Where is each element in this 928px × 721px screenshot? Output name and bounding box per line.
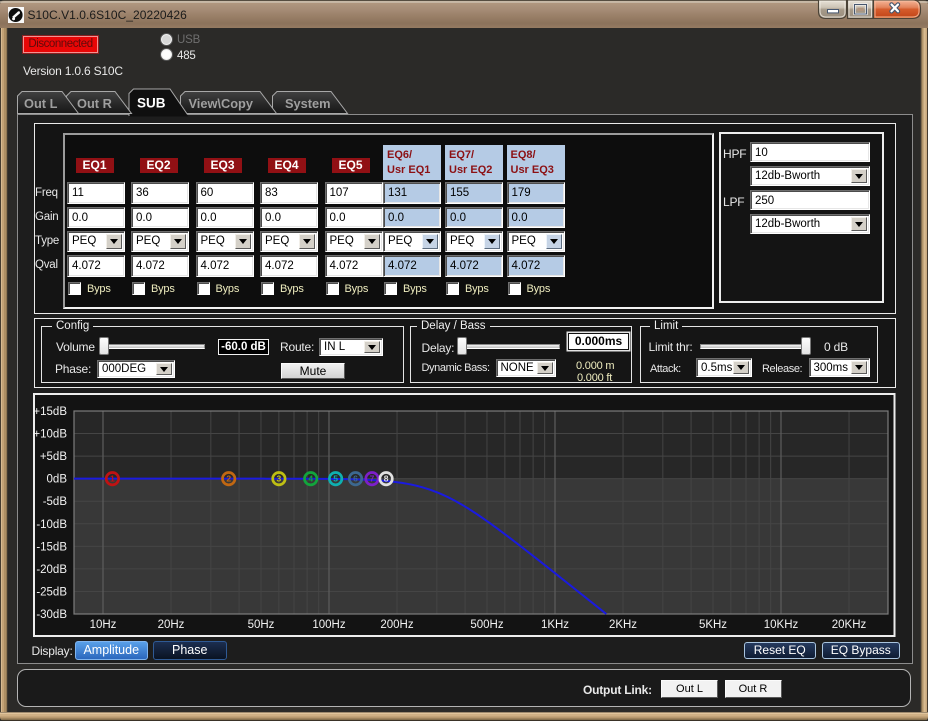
svg-text:-30dB: -30dB [36,609,67,621]
svg-text:-5dB: -5dB [43,496,68,508]
svg-text:+10dB: +10dB [33,429,67,441]
svg-text:Out R: Out R [77,96,112,111]
svg-text:3: 3 [277,474,282,484]
svg-text:200Hz: 200Hz [380,619,413,631]
svg-text:6: 6 [353,474,358,484]
svg-text:5: 5 [333,474,338,484]
svg-text:1: 1 [110,474,115,484]
svg-text:20Hz: 20Hz [158,619,185,631]
svg-text:+15dB: +15dB [33,406,67,418]
svg-text:-10dB: -10dB [36,519,67,531]
svg-text:4: 4 [308,474,313,484]
svg-text:7: 7 [370,474,375,484]
svg-text:-25dB: -25dB [36,586,67,598]
svg-text:500Hz: 500Hz [470,619,503,631]
svg-text:1KHz: 1KHz [541,619,569,631]
svg-text:0dB: 0dB [47,474,68,486]
svg-text:10KHz: 10KHz [764,619,799,631]
svg-text:-20dB: -20dB [36,564,67,576]
svg-text:5KHz: 5KHz [699,619,727,631]
svg-text:+5dB: +5dB [40,451,68,463]
svg-text:-15dB: -15dB [36,541,67,553]
svg-text:50Hz: 50Hz [248,619,275,631]
svg-text:20KHz: 20KHz [832,619,867,631]
svg-text:100Hz: 100Hz [312,619,345,631]
svg-text:SUB: SUB [137,96,166,111]
svg-text:System: System [285,96,331,111]
svg-text:View\Copy: View\Copy [189,96,254,111]
svg-text:10Hz: 10Hz [90,619,117,631]
svg-text:2: 2 [226,474,231,484]
svg-text:Out L: Out L [24,96,58,111]
svg-text:8: 8 [384,474,389,484]
svg-text:2KHz: 2KHz [609,619,637,631]
